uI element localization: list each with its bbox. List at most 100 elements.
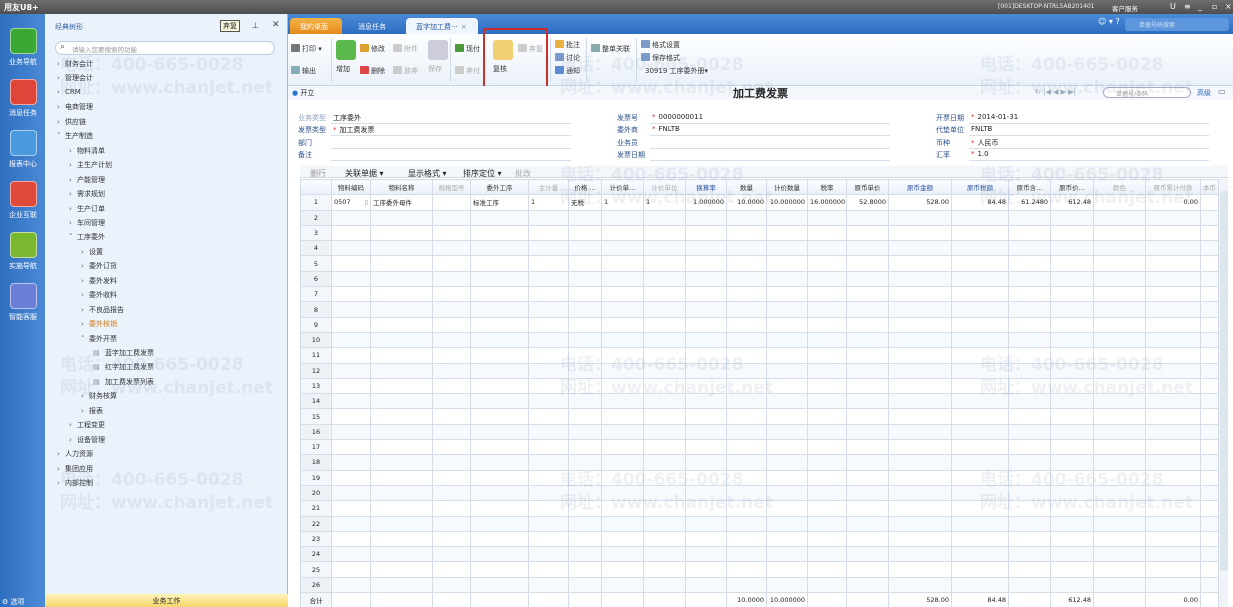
table-cell[interactable]: [1050, 209, 1094, 226]
table-cell[interactable]: [331, 224, 371, 242]
table-cell[interactable]: [888, 576, 952, 594]
nav-tree-item[interactable]: › 财务核算: [81, 391, 117, 401]
table-row[interactable]: 7: [300, 286, 1218, 303]
table-cell[interactable]: [370, 454, 433, 471]
table-cell[interactable]: [601, 423, 644, 441]
table-cell[interactable]: [568, 469, 602, 486]
table-cell[interactable]: 工序委外母件: [370, 194, 433, 211]
table-cell[interactable]: [685, 286, 727, 303]
table-cell[interactable]: [766, 530, 808, 548]
table-cell[interactable]: [331, 316, 371, 333]
table-cell[interactable]: 16.000000: [807, 194, 847, 211]
table-cell[interactable]: [643, 347, 686, 364]
table-cell[interactable]: [1050, 286, 1094, 303]
minimize-button[interactable]: _: [1198, 2, 1202, 11]
table-cell[interactable]: [432, 209, 471, 226]
table-cell[interactable]: 1: [601, 194, 644, 211]
table-cell[interactable]: [643, 286, 686, 303]
table-cell[interactable]: [601, 377, 644, 395]
rail-item[interactable]: 实施导航: [2, 232, 44, 271]
business-work-tab[interactable]: 业务工作: [45, 594, 288, 607]
table-cell[interactable]: [1008, 377, 1051, 395]
table-cell[interactable]: [370, 347, 433, 364]
table-cell[interactable]: [528, 530, 569, 548]
table-cell[interactable]: [807, 286, 847, 303]
table-cell[interactable]: [888, 270, 952, 288]
table-cell[interactable]: [766, 393, 808, 410]
table-cell[interactable]: [432, 576, 471, 594]
table-cell[interactable]: [766, 301, 808, 318]
table-cell[interactable]: [331, 270, 371, 288]
table-cell[interactable]: [331, 393, 371, 410]
table-cell[interactable]: [951, 500, 1009, 517]
table-cell[interactable]: [1008, 286, 1051, 303]
table-cell[interactable]: [601, 240, 644, 257]
table-cell[interactable]: [766, 561, 808, 578]
table-cell[interactable]: [528, 255, 569, 272]
table-cell[interactable]: [470, 270, 529, 288]
column-header[interactable]: 主计量: [528, 179, 569, 196]
table-cell[interactable]: [601, 408, 644, 425]
table-cell[interactable]: [1093, 393, 1146, 410]
table-cell[interactable]: [726, 286, 767, 303]
field-value-currency[interactable]: * 人民币: [971, 138, 999, 148]
table-cell[interactable]: [685, 530, 727, 548]
table-cell[interactable]: [846, 500, 889, 517]
table-cell[interactable]: [528, 209, 569, 226]
table-cell[interactable]: [1200, 316, 1218, 333]
table-cell[interactable]: [432, 286, 471, 303]
table-cell[interactable]: [766, 240, 808, 257]
table-cell[interactable]: [370, 286, 433, 303]
table-row[interactable]: 20: [300, 484, 1218, 502]
table-cell[interactable]: [726, 454, 767, 471]
table-cell[interactable]: [1145, 377, 1201, 395]
table-cell[interactable]: [951, 331, 1009, 349]
table-cell[interactable]: [846, 331, 889, 349]
column-header[interactable]: 换算率: [685, 179, 727, 196]
table-cell[interactable]: [888, 224, 952, 242]
table-cell[interactable]: [807, 316, 847, 333]
table-cell[interactable]: [1093, 301, 1146, 318]
nav-tree-item[interactable]: ˅ 生产制造: [57, 131, 93, 141]
table-cell[interactable]: [1093, 500, 1146, 517]
table-cell[interactable]: [1008, 408, 1051, 425]
table-row[interactable]: 19: [300, 469, 1218, 486]
table-cell[interactable]: [766, 331, 808, 349]
table-cell[interactable]: [470, 423, 529, 441]
table-cell[interactable]: [1008, 255, 1051, 272]
table-row[interactable]: 23: [300, 530, 1218, 548]
table-cell[interactable]: [643, 255, 686, 272]
table-cell[interactable]: [370, 484, 433, 502]
table-cell[interactable]: [888, 286, 952, 303]
table-cell[interactable]: [470, 209, 529, 226]
table-cell[interactable]: [1093, 362, 1146, 379]
close-tab-icon[interactable]: ×: [461, 23, 467, 31]
table-cell[interactable]: [807, 439, 847, 456]
column-header[interactable]: 原币金额: [888, 179, 952, 196]
link-button[interactable]: 整单关联: [591, 44, 630, 54]
table-cell[interactable]: [643, 301, 686, 318]
table-cell[interactable]: [601, 546, 644, 563]
table-cell[interactable]: [432, 347, 471, 364]
add-button[interactable]: 增加: [336, 40, 356, 74]
table-cell[interactable]: [807, 331, 847, 349]
table-cell[interactable]: [951, 546, 1009, 563]
table-cell[interactable]: [951, 515, 1009, 532]
nav-tree-item[interactable]: ▤ 蓝字加工费发票: [93, 348, 154, 358]
table-row[interactable]: 25: [300, 561, 1218, 578]
table-cell[interactable]: [888, 454, 952, 471]
table-cell[interactable]: [951, 362, 1009, 379]
table-cell[interactable]: [528, 408, 569, 425]
column-header[interactable]: 计价单...: [601, 179, 644, 196]
table-cell[interactable]: [888, 316, 952, 333]
reference-icon[interactable]: ▯: [364, 198, 368, 206]
table-cell[interactable]: [643, 377, 686, 395]
table-cell[interactable]: [432, 515, 471, 532]
table-cell[interactable]: [846, 515, 889, 532]
table-cell[interactable]: [1008, 240, 1051, 257]
table-cell[interactable]: [766, 423, 808, 441]
table-cell[interactable]: [766, 546, 808, 563]
table-cell[interactable]: [1050, 469, 1094, 486]
table-cell[interactable]: [1200, 439, 1218, 456]
table-cell[interactable]: [370, 423, 433, 441]
